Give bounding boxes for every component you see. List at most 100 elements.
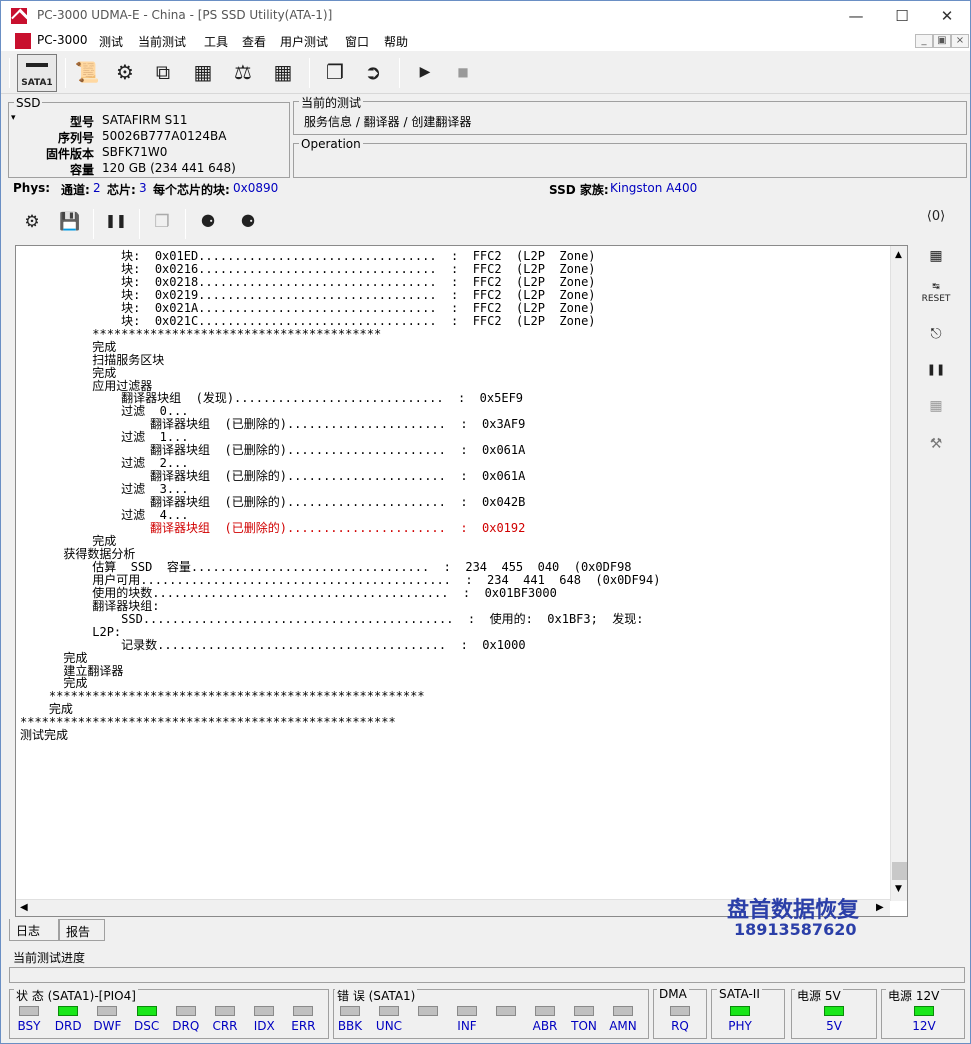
power5v-led	[824, 1006, 844, 1016]
scroll-up-icon[interactable]: ▲	[895, 250, 902, 260]
model-label: 型号	[69, 115, 94, 129]
menu-help[interactable]: 帮助	[384, 33, 408, 50]
chip-step-icon[interactable]: ▦	[921, 391, 951, 421]
state-label: DRD	[54, 1019, 82, 1033]
scroll-icon[interactable]: 📜	[71, 56, 103, 88]
right-pause-icon[interactable]: ❚❚	[921, 355, 951, 385]
exit-icon[interactable]: ➲	[357, 56, 389, 88]
document-icon[interactable]	[15, 33, 31, 49]
windows-icon[interactable]: ❐	[319, 56, 351, 88]
mdi-close-button[interactable]: ×	[951, 34, 969, 48]
close-button[interactable]: ✕	[924, 1, 970, 31]
state-led	[254, 1006, 275, 1016]
maximize-button[interactable]: ☐	[879, 1, 925, 31]
binoculars-next-icon[interactable]: ⚈	[235, 207, 261, 237]
chip-settings-icon[interactable]: ▦	[187, 56, 219, 88]
menu-view[interactable]: 查看	[242, 33, 266, 50]
pause-icon[interactable]: ❚❚	[103, 207, 129, 237]
capacity-label: 容量	[69, 163, 94, 177]
scroll-down-icon[interactable]: ▼	[895, 884, 902, 894]
sata-port-label: SATA1	[21, 78, 53, 88]
log-line: 完成	[20, 650, 88, 665]
ssd-family-value: Kingston A400	[610, 181, 698, 195]
menu-test[interactable]: 测试	[99, 33, 123, 50]
minimize-button[interactable]: —	[833, 1, 879, 31]
gear-chip-icon[interactable]: ⚙	[109, 56, 141, 88]
watermark-phone: 18913587620	[734, 920, 857, 939]
binoculars-icon[interactable]: ⚈	[195, 207, 221, 237]
scroll-left-icon[interactable]: ◀	[20, 902, 28, 913]
error-led	[574, 1006, 594, 1016]
log-output[interactable]: 块: 0x01ED...............................…	[15, 245, 908, 917]
tab-log[interactable]: 日志	[9, 919, 59, 941]
state-led	[293, 1006, 314, 1016]
toolbar-separator	[9, 58, 10, 88]
state-title: 状 态 (SATA1)-[PIO4]	[14, 987, 138, 1004]
error-label: INF	[457, 1019, 477, 1033]
reset-icon[interactable]: ↹ RESET	[921, 281, 951, 311]
title-bar: PC-3000 UDMA-E - China - [PS SSD Utility…	[1, 1, 970, 31]
error-label: TON	[571, 1019, 597, 1033]
save-log-icon[interactable]: 💾	[57, 207, 83, 237]
tools-icon[interactable]: ⚒	[921, 429, 951, 459]
scroll-thumb[interactable]	[892, 862, 907, 880]
menu-window[interactable]: 窗口	[345, 33, 369, 50]
log-line: 使用的块数...................................…	[20, 585, 557, 600]
progress-bar	[9, 967, 965, 983]
tab-report[interactable]: 报告	[59, 919, 105, 941]
capacity-value: 120 GB (234 441 648)	[102, 161, 236, 175]
menu-tools[interactable]: 工具	[204, 33, 228, 50]
menu-current-test[interactable]: 当前测试	[138, 33, 186, 50]
dma-rq-led	[670, 1006, 690, 1016]
copy-icon[interactable]: ❐	[149, 207, 175, 237]
log-line: ****************************************…	[20, 689, 425, 704]
grid-icon[interactable]: ▦	[267, 56, 299, 88]
log-line: ****************************************…	[20, 715, 396, 730]
state-led	[58, 1006, 79, 1016]
log-line: 翻译器块组 (已删除的)...................... : 0x0…	[20, 521, 526, 536]
scale-icon[interactable]: ⚖	[227, 56, 259, 88]
log-vertical-scrollbar[interactable]: ▲ ▼	[890, 246, 907, 901]
state-led	[215, 1006, 235, 1016]
state-label: ERR	[291, 1019, 316, 1033]
toolbar-separator	[185, 209, 186, 239]
sata2-phy-led	[730, 1006, 750, 1016]
play-icon[interactable]: ▶	[409, 56, 441, 88]
error-label: ABR	[532, 1019, 558, 1033]
serial-value: 50026B777A0124BA	[102, 129, 227, 143]
blocks-per-chip-label: 每个芯片的块:	[153, 183, 230, 197]
power12v-led	[914, 1006, 934, 1016]
menu-pc3000[interactable]: PC-3000	[37, 33, 87, 47]
window-title: PC-3000 UDMA-E - China - [PS SSD Utility…	[37, 8, 333, 22]
log-line: 块: 0x021C...............................…	[20, 313, 596, 328]
sata-port-button[interactable]: SATA1	[17, 54, 57, 92]
sata2-title: SATA-II	[717, 987, 762, 1001]
channels-value: 2	[93, 181, 101, 195]
copy-chip-icon[interactable]: ⧉	[147, 56, 179, 88]
power5v-title: 电源 5V	[795, 987, 843, 1004]
channels-label: 通道:	[61, 183, 90, 197]
error-led	[418, 1006, 438, 1016]
power5v-label: 5V	[826, 1019, 842, 1033]
chip-board-icon[interactable]: ▦	[921, 241, 951, 271]
current-test-path: 服务信息 / 翻译器 / 创建翻译器	[304, 115, 472, 129]
sata2-phy-label: PHY	[728, 1019, 752, 1033]
mdi-minimize-button[interactable]: _	[915, 34, 933, 48]
menu-user-test[interactable]: 用户测试	[280, 33, 328, 50]
log-line: 块: 0x01ED...............................…	[20, 249, 596, 263]
error-label: BBK	[337, 1019, 363, 1033]
power12v-title: 电源 12V	[886, 987, 942, 1004]
mdi-restore-button[interactable]: ▣	[933, 34, 951, 48]
error-led	[613, 1006, 633, 1016]
toolbar-separator	[65, 58, 66, 88]
log-line: 扫描服务区块	[20, 352, 165, 367]
power-toggle-icon[interactable]: ⟨0⟩	[921, 202, 951, 232]
toolbar-separator	[399, 58, 400, 88]
power-switch-icon[interactable]: ⎋	[921, 319, 951, 349]
log-line: 块: 0x0218...............................…	[20, 274, 596, 289]
blocks-per-chip-value: 0x0890	[233, 181, 279, 195]
stop-icon[interactable]: ■	[447, 56, 479, 88]
scroll-right-icon[interactable]: ▶	[876, 902, 884, 913]
settings-puzzle-icon[interactable]: ⚙	[19, 207, 45, 237]
ssd-family-label: SSD 家族:	[549, 183, 609, 197]
